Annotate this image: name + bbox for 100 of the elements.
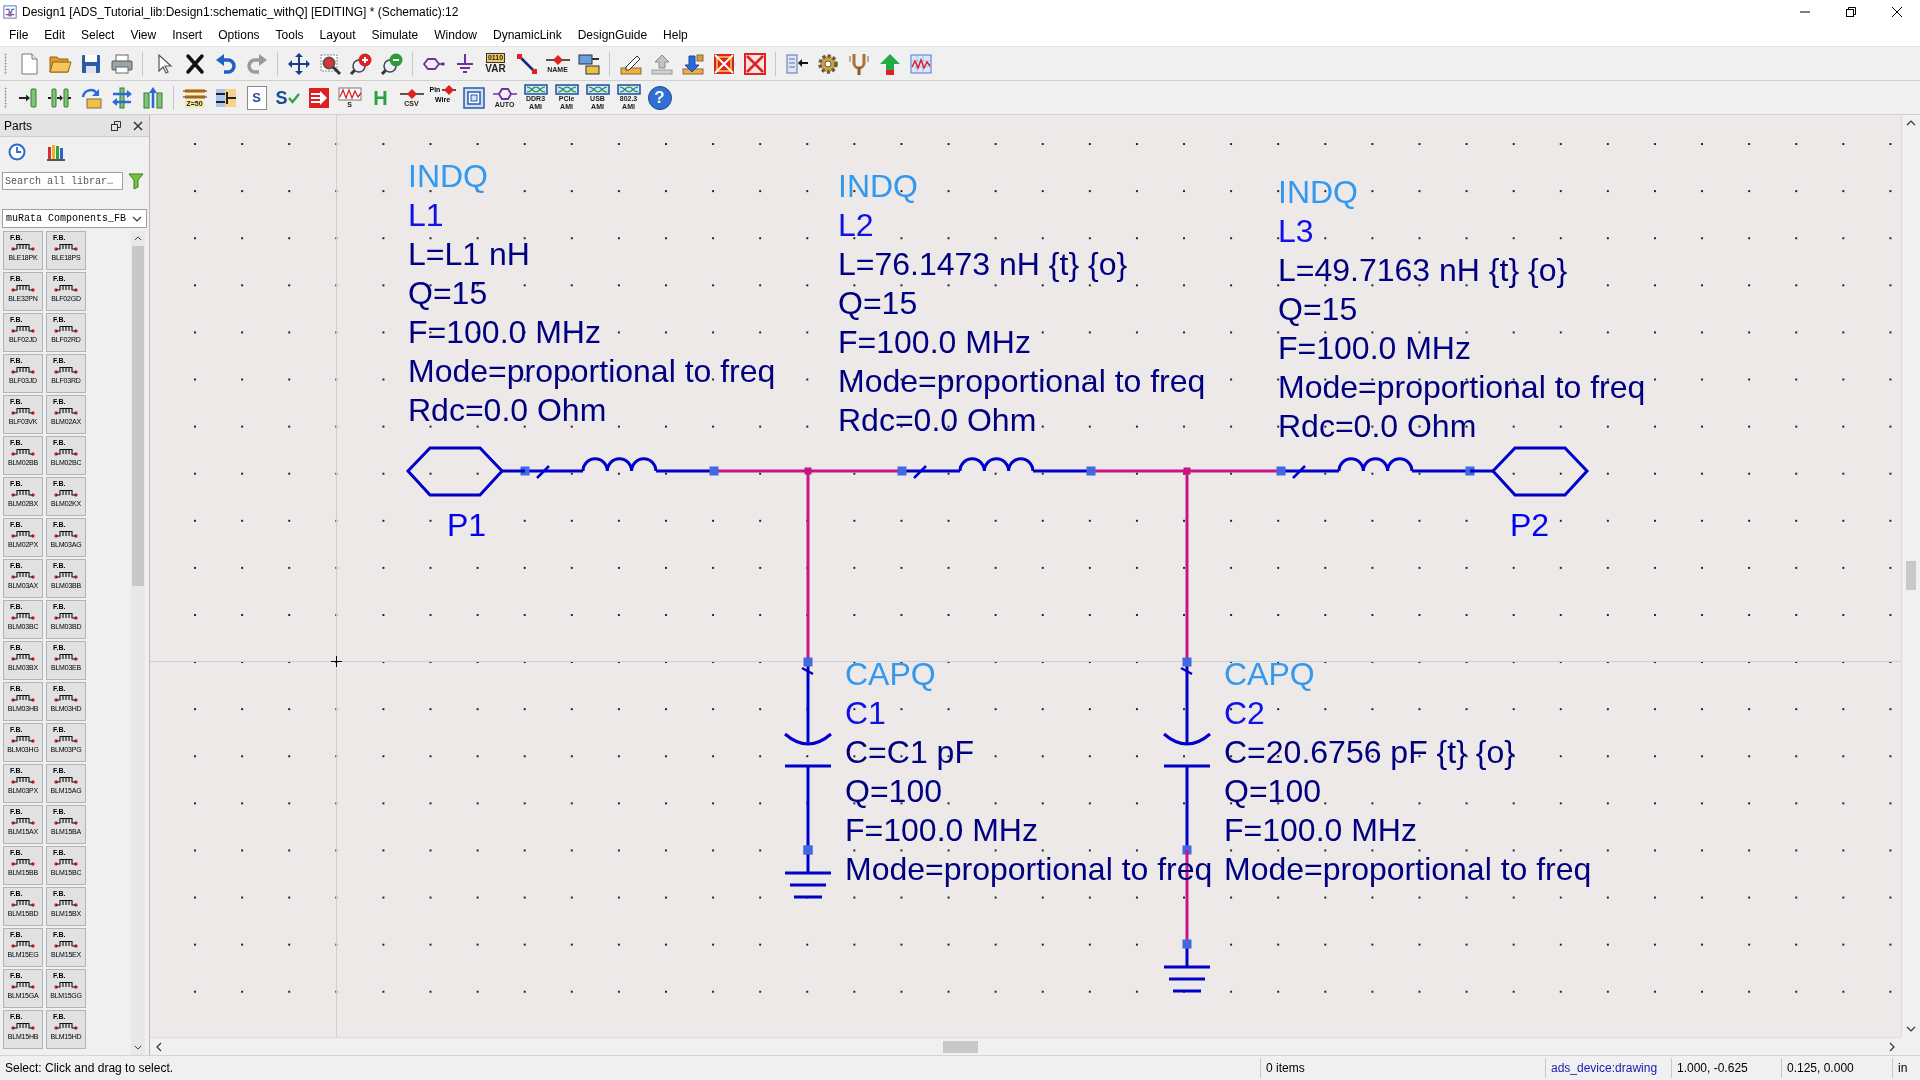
chevron-right-icon[interactable] [1889,1041,1895,1052]
diamond-icon [399,87,424,100]
component-type: INDQ [408,157,489,196]
printer-icon[interactable] [109,51,134,76]
component-icon[interactable] [576,51,601,76]
coil-icon [53,365,79,374]
parameter-text: F=100.0 MHz [845,811,1039,850]
search-field[interactable]: Search all librar… [2,172,123,190]
list-arrow-icon[interactable] [784,51,809,76]
parameter-text: L=49.7163 nH {t} {o} [1278,251,1569,290]
coil-icon [10,693,36,702]
layer-link[interactable]: ads_device:drawing [1545,1058,1671,1078]
menu-item[interactable]: Help [655,26,696,43]
coil-icon [53,898,79,907]
crossed-box-icon[interactable] [711,51,736,76]
coil-icon [53,488,79,497]
menu-item[interactable]: Layout [311,26,364,43]
menu-item[interactable]: Window [426,26,485,43]
chevron-left-icon[interactable] [156,1041,162,1052]
coil-icon [10,529,36,538]
restore-icon[interactable] [1845,5,1857,18]
clock-icon[interactable] [8,143,26,161]
menu-item[interactable]: Insert [164,26,211,43]
menu-item[interactable]: File [1,26,37,43]
graph-icon[interactable] [908,51,933,76]
zoom-area-icon[interactable] [317,51,342,76]
parameter-text: Rdc=0.0 Ohm [838,401,1038,440]
status-text: 0 items [1260,1058,1545,1078]
eye-diagram-icon [554,84,579,95]
zoom-out-icon[interactable] [379,51,404,76]
parameter-text: Mode=proportional to freq [408,352,776,391]
parameter-text: Mode=proportional to freq [1224,850,1592,889]
status-text: in [1892,1058,1920,1078]
coil-icon [10,488,36,497]
scrollbar[interactable] [150,1037,1901,1055]
chevron-up-icon[interactable] [134,236,142,241]
zoom-in-icon[interactable] [348,51,373,76]
coil-icon [53,611,79,620]
toolbar-button[interactable]: S [246,85,267,110]
port-label: P1 [447,506,487,545]
menu-item[interactable]: Select [73,26,123,43]
junction-icon [804,467,812,475]
scrollbar-thumb[interactable] [943,1040,978,1053]
menu-item[interactable]: Tools [267,26,312,43]
coil-icon [10,406,36,415]
align-icon[interactable] [47,85,72,110]
menu-item[interactable]: DesignGuide [569,26,656,43]
close-icon[interactable] [1891,5,1903,18]
gear-icon[interactable] [815,51,840,76]
arrows-box-icon[interactable] [306,85,331,110]
scrollbar-thumb[interactable] [132,246,144,586]
parameter-text: F=100.0 MHz [1224,811,1418,850]
coil-icon [10,324,36,333]
menu-item[interactable]: Options [210,26,268,43]
menu-item[interactable]: View [122,26,165,43]
status-text: 1.000, -0.625 [1671,1058,1781,1078]
chevron-down-icon[interactable] [1906,1026,1916,1032]
coil-icon [10,283,36,292]
wire-icon[interactable] [514,51,539,76]
nested-squares-icon[interactable] [461,85,486,110]
coil-icon [53,734,79,743]
toolbar-grip[interactable] [4,52,7,75]
menu-item[interactable]: DynamicLink [485,26,570,43]
parameter-text: F=100.0 MHz [838,323,1032,362]
instance-name: C2 [1224,694,1266,733]
chevron-down-icon[interactable] [134,1045,142,1050]
filter-icon[interactable] [128,173,144,189]
instance-name: L2 [838,206,875,245]
component-type: CAPQ [1224,655,1316,694]
coil-icon [53,980,79,989]
scrollbar-thumb[interactable] [1906,561,1916,590]
coil-icon [10,898,36,907]
coil-icon [53,939,79,948]
wave-icon [337,86,362,101]
menu-item[interactable]: Simulate [363,26,427,43]
check-icon [287,91,300,104]
move-arrows-icon[interactable] [286,51,311,76]
instance-name: L1 [408,196,445,235]
close-icon[interactable] [133,120,143,131]
parameter-text: Rdc=0.0 Ohm [1278,407,1478,446]
help-button[interactable]: ? [647,85,672,110]
down-arrow-icon[interactable] [680,51,705,76]
chevron-up-icon[interactable] [1906,120,1916,126]
scrollbar[interactable] [131,231,145,1055]
bars-icon [182,87,207,100]
tuning-fork-icon[interactable] [846,51,871,76]
crossed-box-icon[interactable] [742,51,767,76]
toolbar-grip[interactable] [4,86,7,109]
parameter-text: F=100.0 MHz [1278,329,1472,368]
eye-diagram-icon [616,84,641,95]
coil-icon [10,939,36,948]
coil-icon [10,570,36,579]
crosshair-icon [331,656,342,667]
float-icon[interactable] [111,120,121,131]
menu-item[interactable]: Edit [36,26,74,43]
bars-icon[interactable] [140,85,165,110]
eye-diagram-icon [585,84,610,95]
books-icon[interactable] [47,143,65,161]
library-dropdown[interactable]: muRata Components_FB [2,209,147,228]
toolbar-button[interactable]: S [274,83,301,112]
